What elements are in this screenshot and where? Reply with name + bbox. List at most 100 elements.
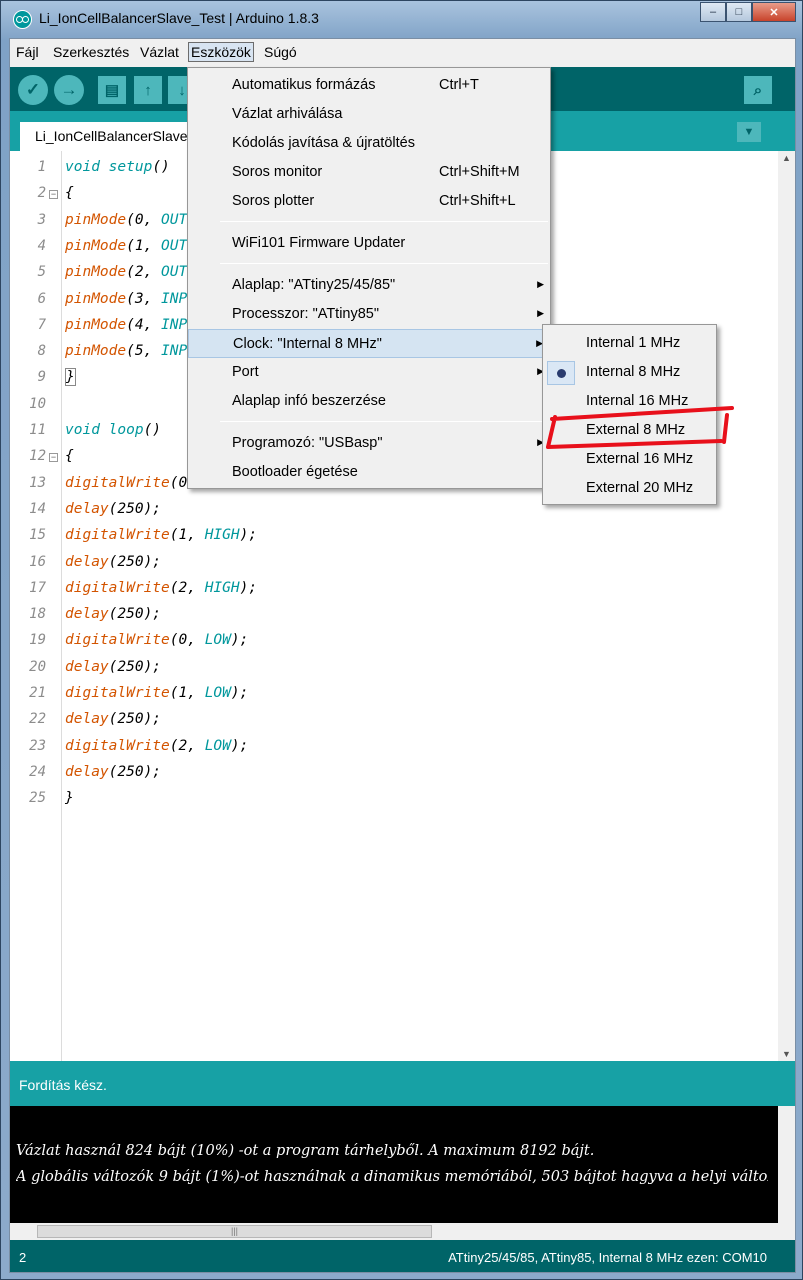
menu-item[interactable]: Clock: "Internal 8 MHz" ▶ bbox=[188, 329, 550, 358]
code-line[interactable]: delay(250); bbox=[65, 711, 161, 727]
menu-item[interactable]: Soros monitor Ctrl+Shift+M bbox=[188, 158, 550, 187]
line-number: 5 bbox=[37, 264, 46, 281]
clock-option[interactable]: Internal 8 MHz bbox=[543, 358, 716, 387]
code-token: { bbox=[65, 185, 74, 202]
new-sketch-button[interactable]: ▤ bbox=[98, 76, 126, 104]
line-number: 17 bbox=[29, 579, 46, 596]
menu-item-label: Processzor: "ATtiny85" bbox=[232, 306, 380, 322]
menu-item[interactable]: Port ▶ bbox=[188, 358, 550, 387]
code-line[interactable]: digitalWrite(1, HIGH); bbox=[65, 527, 257, 543]
code-line[interactable]: digitalWrite(2, LOW); bbox=[65, 738, 248, 754]
code-token: (2, bbox=[169, 737, 205, 754]
line-number: 14 bbox=[29, 500, 46, 517]
line-number: 21 bbox=[29, 685, 46, 701]
menu-item-label: Automatikus formázás bbox=[232, 77, 376, 93]
editor-vertical-scrollbar[interactable]: ▲ ▼ bbox=[778, 151, 795, 1061]
code-token: (4, bbox=[126, 316, 162, 333]
minimize-button[interactable]: – bbox=[700, 2, 726, 22]
tab-menu-icon[interactable]: ▼ bbox=[737, 122, 761, 142]
close-button[interactable]: ✕ bbox=[752, 2, 796, 22]
menu-help[interactable]: Súgó bbox=[264, 44, 297, 60]
upload-button[interactable]: → bbox=[54, 75, 84, 105]
line-number-gutter: 1 2−3 4 5 6 7 8 9 10 11 12−13 14 15 16 17 18 19 20 21 22 23 2… bbox=[10, 151, 62, 1061]
code-line[interactable]: delay(250); bbox=[65, 554, 161, 570]
code-line[interactable]: delay(250); bbox=[65, 659, 161, 675]
code-token: (3, bbox=[126, 290, 162, 307]
menu-item-label: Programozó: "USBasp" bbox=[232, 435, 383, 451]
code-line[interactable]: void loop() bbox=[65, 422, 161, 438]
code-token: (250); bbox=[108, 606, 162, 623]
menu-separator bbox=[220, 221, 548, 222]
menu-item[interactable]: Vázlat arhiválása bbox=[188, 100, 550, 129]
menu-item-label: Kódolás javítása & újratöltés bbox=[232, 135, 415, 151]
menu-item-label: Soros plotter bbox=[232, 193, 315, 209]
status-bar: Fordítás kész. bbox=[10, 1061, 795, 1106]
open-button[interactable]: ↑ bbox=[134, 76, 162, 104]
code-token: (1, bbox=[126, 237, 162, 254]
serial-monitor-button[interactable]: ⌕ bbox=[744, 76, 772, 104]
menu-item[interactable]: Automatikus formázás Ctrl+T bbox=[188, 71, 550, 100]
clock-option-label: Internal 1 MHz bbox=[586, 335, 681, 351]
menu-item[interactable]: Alaplap: "ATtiny25/45/85" ▶ bbox=[188, 271, 550, 300]
maximize-button[interactable]: □ bbox=[726, 2, 752, 22]
code-line[interactable]: } bbox=[65, 368, 76, 387]
arduino-window: Li_IonCellBalancerSlave_Test | Arduino 1… bbox=[0, 0, 803, 1280]
radio-selected-icon bbox=[547, 361, 575, 385]
code-token: HIGH bbox=[204, 527, 240, 544]
clock-option[interactable]: External 20 MHz bbox=[543, 474, 716, 503]
menu-item[interactable]: Bootloader égetése bbox=[188, 458, 550, 487]
console-horizontal-scrollbar[interactable]: ||| bbox=[10, 1223, 778, 1240]
code-line[interactable]: void setup() bbox=[65, 159, 170, 175]
code-token: digitalWrite bbox=[65, 737, 170, 754]
code-token: ); bbox=[230, 632, 249, 649]
menu-item[interactable]: Processzor: "ATtiny85" ▶ bbox=[188, 300, 550, 329]
menu-edit[interactable]: Szerkesztés bbox=[53, 44, 129, 60]
code-line[interactable]: digitalWrite(2, HIGH); bbox=[65, 580, 257, 596]
fold-toggle-icon[interactable]: − bbox=[49, 453, 58, 463]
code-token: digitalWrite bbox=[65, 527, 170, 544]
menu-tools[interactable]: Eszközök bbox=[188, 42, 254, 62]
menu-item-label: Soros monitor bbox=[232, 164, 323, 180]
code-line[interactable]: { bbox=[65, 448, 74, 464]
line-number: 18 bbox=[29, 606, 46, 623]
menu-item[interactable]: WiFi101 Firmware Updater bbox=[188, 229, 550, 258]
tab-sketch[interactable]: Li_IonCellBalancerSlave_Test bbox=[20, 122, 198, 151]
code-token: ); bbox=[230, 685, 249, 701]
menu-file[interactable]: Fájl bbox=[16, 44, 39, 60]
clock-option[interactable]: Internal 1 MHz bbox=[543, 329, 716, 358]
tools-dropdown-menu: Automatikus formázás Ctrl+T Vázlat arhivál… bbox=[187, 67, 551, 489]
line-number: 12 bbox=[29, 448, 46, 465]
menu-sketch[interactable]: Vázlat bbox=[140, 44, 179, 60]
code-token: void bbox=[65, 159, 100, 175]
menu-item[interactable]: Alaplap infó beszerzése bbox=[188, 387, 550, 416]
code-token: delay bbox=[65, 553, 109, 570]
title-bar[interactable]: Li_IonCellBalancerSlave_Test | Arduino 1… bbox=[1, 1, 802, 37]
code-line[interactable]: delay(250); bbox=[65, 501, 161, 517]
menu-item[interactable]: Kódolás javítása & újratöltés bbox=[188, 129, 550, 158]
code-line[interactable]: delay(250); bbox=[65, 764, 161, 780]
hscroll-thumb[interactable]: ||| bbox=[37, 1225, 432, 1238]
menu-item[interactable]: Soros plotter Ctrl+Shift+L bbox=[188, 187, 550, 216]
arduino-logo-icon bbox=[13, 10, 32, 29]
code-token: (250); bbox=[108, 658, 162, 675]
code-token: LOW bbox=[204, 632, 231, 649]
fold-toggle-icon[interactable]: − bbox=[49, 190, 58, 200]
code-line[interactable]: digitalWrite(0, LOW); bbox=[65, 632, 248, 648]
code-line[interactable]: digitalWrite(1, LOW); bbox=[65, 685, 248, 701]
line-number: 22 bbox=[29, 711, 46, 728]
line-number: 3 bbox=[37, 211, 46, 228]
scroll-up-icon[interactable]: ▲ bbox=[782, 153, 791, 163]
line-number: 4 bbox=[37, 237, 46, 254]
code-token: () bbox=[152, 159, 170, 175]
code-token: ); bbox=[230, 737, 249, 754]
menu-item[interactable]: Programozó: "USBasp" ▶ bbox=[188, 429, 550, 458]
code-line[interactable]: } bbox=[65, 790, 74, 806]
menu-item-label: Port bbox=[232, 364, 259, 380]
code-line[interactable]: { bbox=[65, 185, 74, 201]
verify-button[interactable]: ✓ bbox=[18, 75, 48, 105]
scroll-down-icon[interactable]: ▼ bbox=[782, 1049, 791, 1059]
code-line[interactable]: delay(250); bbox=[65, 606, 161, 622]
code-token: delay bbox=[65, 500, 109, 517]
console-vertical-scrollbar[interactable] bbox=[778, 1106, 795, 1240]
